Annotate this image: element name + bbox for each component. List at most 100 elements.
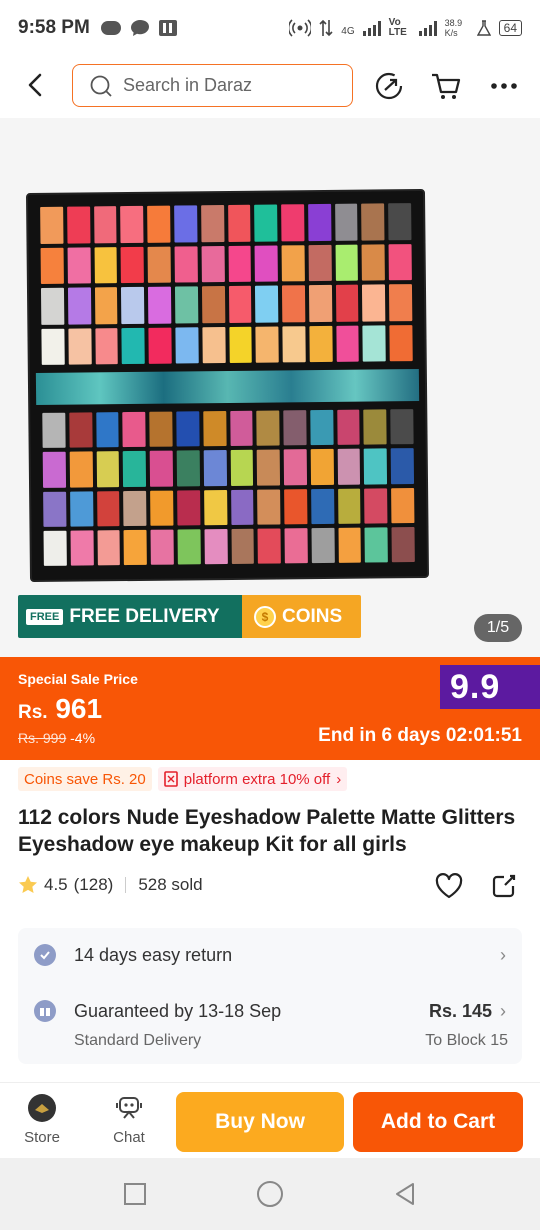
product-image bbox=[27, 190, 428, 581]
delivery-banner: FREE FREE DELIVERY $ COINS bbox=[18, 595, 361, 638]
free-delivery-label: FREE DELIVERY bbox=[69, 605, 220, 627]
eyeshadow-pan bbox=[147, 246, 171, 283]
rating-row[interactable]: 4.5 (128) 528 sold bbox=[18, 875, 203, 895]
eyeshadow-pan bbox=[69, 412, 93, 448]
eyeshadow-pan bbox=[308, 244, 332, 282]
system-navigation-bar bbox=[0, 1158, 540, 1230]
currency: Rs. bbox=[18, 702, 48, 723]
eyeshadow-pan bbox=[256, 449, 281, 486]
delivery-row[interactable]: Guaranteed by 13-18 Sep Rs. 145 › bbox=[34, 1000, 506, 1022]
recent-apps-icon[interactable] bbox=[123, 1182, 147, 1206]
eyeshadow-pan bbox=[96, 451, 120, 487]
eyeshadow-pan bbox=[67, 287, 91, 325]
eyeshadow-pan bbox=[203, 489, 227, 526]
product-title: 112 colors Nude Eyeshadow Palette Matte … bbox=[18, 806, 516, 856]
back-arrow-icon[interactable] bbox=[22, 70, 50, 100]
buy-now-button[interactable]: Buy Now bbox=[176, 1092, 344, 1152]
eyeshadow-pan bbox=[94, 246, 118, 284]
share-icon[interactable] bbox=[490, 872, 518, 900]
eyeshadow-pan bbox=[230, 489, 254, 525]
cart-icon[interactable] bbox=[430, 70, 462, 102]
sold-count: 528 sold bbox=[138, 875, 203, 894]
eyeshadow-pan bbox=[42, 451, 66, 488]
back-nav-icon[interactable] bbox=[393, 1182, 417, 1206]
price-banner: Special Sale Price Rs. 961 Rs. 999 -4% 9… bbox=[0, 657, 540, 760]
voucher-icon bbox=[163, 771, 178, 787]
eyeshadow-pan bbox=[362, 324, 386, 362]
chevron-right-icon: › bbox=[500, 944, 506, 965]
service-card: 14 days easy return › Guaranteed by 13-1… bbox=[18, 928, 522, 1064]
search-placeholder: Search in Daraz bbox=[123, 75, 253, 95]
eyeshadow-pan bbox=[123, 451, 147, 487]
flask-icon bbox=[476, 20, 491, 36]
add-to-cart-button[interactable]: Add to Cart bbox=[353, 1092, 523, 1152]
discount: -4% bbox=[70, 730, 96, 746]
product-image-gallery[interactable]: FREE FREE DELIVERY $ COINS 1/5 bbox=[0, 118, 540, 657]
eyeshadow-pan bbox=[311, 527, 335, 564]
coins-save-chip[interactable]: Coins save Rs. 20 bbox=[18, 767, 152, 791]
eyeshadow-pan bbox=[93, 206, 117, 243]
bottom-action-bar: Store Chat Buy Now Add to Cart bbox=[0, 1082, 540, 1158]
eyeshadow-pan bbox=[391, 526, 415, 563]
search-icon bbox=[90, 75, 112, 97]
network-4g: 4G bbox=[341, 26, 355, 37]
eyeshadow-pan bbox=[66, 206, 91, 244]
eyeshadow-pan bbox=[203, 450, 227, 486]
eyeshadow-pan bbox=[361, 243, 386, 281]
eyeshadow-pan bbox=[337, 448, 361, 485]
notification-icons bbox=[100, 19, 178, 37]
hotspot-icon bbox=[289, 19, 312, 37]
promo-chips: Coins save Rs. 20 platform extra 10% off… bbox=[18, 767, 348, 791]
eyeshadow-pan bbox=[283, 449, 307, 485]
eyeshadow-pan bbox=[228, 285, 252, 323]
eyeshadow-pan bbox=[148, 286, 172, 324]
platform-voucher-chip[interactable]: platform extra 10% off › bbox=[157, 767, 348, 791]
battery-icon: 64 bbox=[498, 20, 522, 36]
top-navigation: Search in Daraz bbox=[0, 56, 540, 118]
eyeshadow-pan bbox=[69, 490, 94, 527]
eyeshadow-pan bbox=[177, 489, 201, 526]
current-price: Rs. 961 bbox=[18, 693, 102, 725]
share-refresh-icon[interactable] bbox=[373, 70, 405, 102]
home-icon[interactable] bbox=[256, 1180, 284, 1208]
eyeshadow-pan bbox=[391, 487, 415, 524]
chat-button[interactable]: Chat bbox=[99, 1093, 159, 1146]
eyeshadow-pan bbox=[150, 490, 174, 526]
eyeshadow-pan bbox=[257, 488, 281, 525]
eyeshadow-pan bbox=[335, 284, 359, 322]
eyeshadow-pan bbox=[120, 205, 144, 243]
eyeshadow-pan bbox=[123, 529, 148, 566]
store-button[interactable]: Store bbox=[12, 1093, 72, 1146]
eyeshadow-pan bbox=[121, 327, 145, 365]
more-options-icon[interactable] bbox=[488, 70, 520, 102]
eyeshadow-pan bbox=[70, 530, 94, 566]
shield-check-icon bbox=[34, 944, 56, 966]
eyeshadow-pan bbox=[388, 243, 412, 281]
eyeshadow-pan bbox=[204, 528, 228, 565]
eyeshadow-pan bbox=[149, 450, 173, 487]
return-policy-row[interactable]: 14 days easy return › bbox=[34, 944, 506, 966]
status-bar: 9:58 PM 4G Vo LTE 38.9 K/s 64 bbox=[0, 0, 540, 56]
eyeshadow-pan bbox=[230, 449, 254, 486]
chevron-right-icon: › bbox=[336, 770, 342, 788]
eyeshadow-pan bbox=[67, 246, 91, 284]
eyeshadow-pan bbox=[229, 410, 253, 447]
eyeshadow-pan bbox=[335, 244, 359, 281]
eyeshadow-pan bbox=[94, 327, 119, 365]
wishlist-heart-icon[interactable] bbox=[434, 871, 464, 901]
eyeshadow-pan bbox=[201, 286, 225, 323]
eyeshadow-pan bbox=[123, 490, 147, 526]
delivery-type: Standard Delivery bbox=[74, 1032, 202, 1049]
message-icon bbox=[130, 20, 149, 36]
eyeshadow-pan bbox=[227, 204, 251, 242]
eyeshadow-pan bbox=[364, 487, 388, 524]
delivery-guarantee: Guaranteed by 13-18 Sep bbox=[74, 1000, 282, 1021]
star-icon bbox=[19, 876, 37, 893]
eyeshadow-pan bbox=[176, 450, 200, 487]
eyeshadow-pan bbox=[310, 449, 334, 485]
search-bar[interactable]: Search in Daraz bbox=[72, 64, 353, 107]
eyeshadow-pan bbox=[336, 325, 360, 362]
review-count: (128) bbox=[73, 875, 114, 894]
eyeshadow-pan bbox=[175, 326, 199, 364]
eyeshadow-pan bbox=[94, 287, 118, 324]
